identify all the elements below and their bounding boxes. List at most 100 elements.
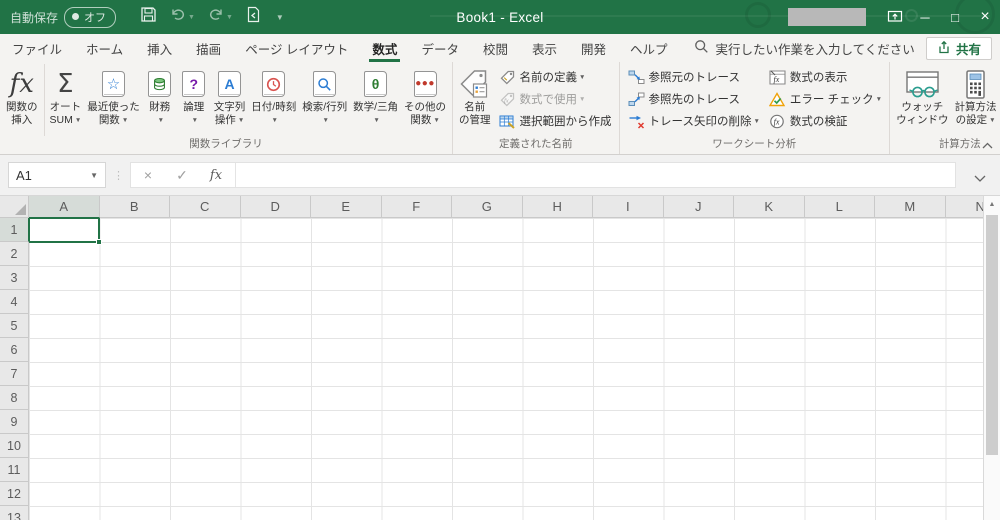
tab-ヘルプ[interactable]: ヘルプ [618, 34, 680, 62]
formula-bar-resize-handle[interactable]: ⋮ [113, 162, 125, 188]
calculation-options-button[interactable]: 計算方法 の設定 ▼ [952, 64, 1000, 136]
ribbon-group: 名前 の管理 名前の定義 ▼ fx 数式で使用 ▼ 選択範囲から作成 定義された名前 [453, 62, 620, 154]
tab-校閲[interactable]: 校閲 [471, 34, 520, 62]
insert-function-button[interactable]: fx 関数の 挿入 [3, 64, 45, 136]
formula-bar-expand-button[interactable] [974, 169, 986, 187]
row-header-13[interactable]: 13 [0, 506, 29, 520]
column-header-J[interactable]: J [663, 196, 734, 218]
watch-window-button[interactable]: ウォッチ ウィンドウ [893, 64, 952, 136]
math-trig-button[interactable]: θ 数学/三角 ▼ [350, 64, 401, 136]
dropdown-arrow-icon: ▼ [74, 117, 82, 124]
button-label: ▼ [190, 114, 198, 127]
collapse-ribbon-button[interactable] [978, 138, 996, 152]
select-all-icon [15, 204, 26, 215]
column-header-I[interactable]: I [593, 196, 664, 218]
row-header-4[interactable]: 4 [0, 290, 29, 314]
row-header-12[interactable]: 12 [0, 482, 29, 506]
evaluate-formula-button[interactable]: fx 数式の検証 [764, 110, 886, 132]
tab-表示[interactable]: 表示 [520, 34, 569, 62]
trace-precedents-button[interactable]: 参照元のトレース [623, 66, 764, 88]
column-header-L[interactable]: L [804, 196, 875, 218]
name-box-dropdown-icon[interactable]: ▼ [90, 171, 98, 180]
insert-function-button[interactable]: fx [199, 163, 233, 187]
column-header-K[interactable]: K [734, 196, 805, 218]
vertical-scrollbar[interactable]: ▲ [983, 196, 1000, 520]
cell-grid[interactable] [29, 218, 983, 520]
row-header-2[interactable]: 2 [0, 242, 29, 266]
lookup-reference-button[interactable]: 検索/行列 ▼ [299, 64, 350, 136]
tag-fx-icon: fx [498, 92, 517, 107]
name-box[interactable]: A1 ▼ [8, 162, 106, 188]
fill-handle[interactable] [96, 239, 102, 245]
minimize-button[interactable]: ─ [910, 0, 940, 34]
error-checking-button[interactable]: エラー チェック ▼ [764, 88, 886, 110]
text-functions-button[interactable]: A 文字列 操作 ▼ [211, 64, 249, 136]
row-header-11[interactable]: 11 [0, 458, 29, 482]
tab-ホーム[interactable]: ホーム [74, 34, 135, 62]
maximize-button[interactable]: □ [940, 0, 970, 34]
scrollbar-thumb[interactable] [986, 215, 998, 455]
tab-データ[interactable]: データ [409, 34, 471, 62]
dropdown-arrow-icon: ▼ [579, 73, 586, 81]
tab-ファイル[interactable]: ファイル [0, 34, 74, 62]
tab-ページ レイアウト[interactable]: ページ レイアウト [233, 34, 360, 62]
button-label: の管理 [459, 114, 491, 127]
user-account[interactable] [788, 8, 866, 26]
save-button[interactable] [140, 6, 157, 28]
row-header-3[interactable]: 3 [0, 266, 29, 290]
row-header-9[interactable]: 9 [0, 410, 29, 434]
cancel-button[interactable]: × [131, 163, 165, 187]
tab-開発[interactable]: 開発 [569, 34, 618, 62]
row-header-8[interactable]: 8 [0, 386, 29, 410]
select-all-button[interactable] [0, 196, 29, 218]
more-functions-button[interactable]: ●●● その他の 関数 ▼ [401, 64, 449, 136]
name-manager-button[interactable]: 名前 の管理 [456, 64, 494, 136]
redo-button[interactable]: ▼ [208, 7, 233, 27]
tell-me-search[interactable]: 実行したい作業を入力してください [694, 34, 915, 62]
tab-描画[interactable]: 描画 [184, 34, 233, 62]
column-header-C[interactable]: C [170, 196, 241, 218]
row-header-6[interactable]: 6 [0, 338, 29, 362]
remove-arrows-button[interactable]: トレース矢印の削除 ▼ [623, 110, 764, 132]
trace-dependents-button[interactable]: 参照先のトレース [623, 88, 764, 110]
column-header-F[interactable]: F [381, 196, 452, 218]
scroll-up-button[interactable]: ▲ [984, 196, 1000, 213]
date-time-button[interactable]: 日付/時刻 ▼ [248, 64, 299, 136]
enter-button[interactable]: ✓ [165, 163, 199, 187]
column-header-D[interactable]: D [240, 196, 311, 218]
column-header-N[interactable]: N [945, 196, 983, 218]
show-formulas-button[interactable]: fx 数式の表示 [764, 66, 886, 88]
column-header-A[interactable]: A [29, 196, 100, 218]
column-header-M[interactable]: M [875, 196, 946, 218]
ribbon-display-options-button[interactable] [880, 0, 910, 34]
column-header-H[interactable]: H [522, 196, 593, 218]
close-button[interactable]: × [970, 0, 1000, 34]
row-header-5[interactable]: 5 [0, 314, 29, 338]
formula-input[interactable] [238, 163, 955, 187]
row-header-10[interactable]: 10 [0, 434, 29, 458]
undo-button[interactable]: ▼ [170, 7, 195, 27]
qat-customize-button[interactable]: ▼ [274, 13, 284, 22]
tab-数式-active[interactable]: 数式 [360, 34, 409, 62]
logical-button[interactable]: ? 論理 ▼ [177, 64, 211, 136]
document-mode-button[interactable] [246, 6, 261, 28]
tab-挿入[interactable]: 挿入 [135, 34, 184, 62]
book-clock-icon [262, 67, 286, 101]
use-in-formula-button[interactable]: fx 数式で使用 ▼ [494, 88, 616, 110]
selected-cell-A1[interactable] [29, 218, 102, 245]
define-name-button[interactable]: 名前の定義 ▼ [494, 66, 616, 88]
button-label: ▼ [371, 114, 379, 127]
column-header-B[interactable]: B [99, 196, 170, 218]
column-header-G[interactable]: G [452, 196, 523, 218]
row-header-7[interactable]: 7 [0, 362, 29, 386]
autosum-button[interactable]: Σ オート SUM ▼ [47, 64, 85, 136]
autosave-toggle[interactable]: 自動保存 オフ [10, 6, 117, 28]
row-header-1[interactable]: 1 [0, 218, 29, 242]
share-button[interactable]: 共有 [925, 37, 992, 60]
column-header-E[interactable]: E [311, 196, 382, 218]
financial-button[interactable]: 財務 ▼ [143, 64, 177, 136]
create-from-selection-button[interactable]: 選択範囲から作成 [494, 110, 616, 132]
small-button-column: 名前の定義 ▼ fx 数式で使用 ▼ 選択範囲から作成 [494, 64, 616, 136]
divider [235, 163, 236, 187]
recently-used-button[interactable]: ☆ 最近使った 関数 ▼ [84, 64, 143, 136]
